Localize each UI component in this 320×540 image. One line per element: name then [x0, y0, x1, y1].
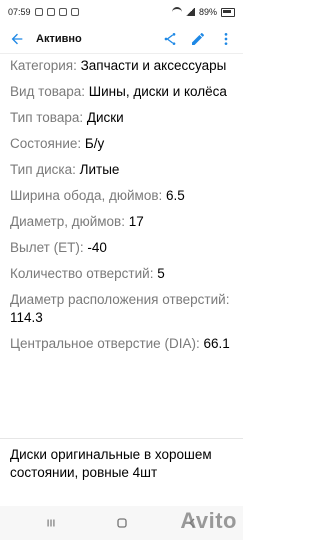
- recent-apps-icon[interactable]: [40, 512, 62, 534]
- detail-value: 5: [157, 266, 165, 281]
- recent-apps-icon-svg: [47, 519, 55, 527]
- signal-icon: [185, 8, 195, 16]
- detail-row: Количество отверстий: 5: [10, 265, 233, 283]
- detail-value: 6.5: [166, 188, 185, 203]
- detail-value: 66.1: [203, 336, 230, 351]
- detail-label: Диаметр расположения отверстий:: [10, 292, 230, 307]
- detail-row: Вид товара: Шины, диски и колёса: [10, 83, 233, 101]
- back-arrow-icon[interactable]: [8, 30, 26, 48]
- detail-value: -40: [87, 240, 107, 255]
- status-right: 89%: [171, 7, 235, 17]
- detail-row: Центральное отверстие (DIA): 66.1: [10, 335, 233, 353]
- back-arrow-icon-svg: [11, 33, 23, 44]
- wifi-icon: [171, 7, 182, 17]
- status-bar: 07:59 89%: [0, 0, 243, 24]
- detail-label: Диаметр, дюймов:: [10, 214, 129, 229]
- more-icon[interactable]: [217, 30, 235, 48]
- status-time: 07:59: [8, 7, 31, 17]
- detail-label: Вылет (ET):: [10, 240, 88, 255]
- edit-icon-svg: [192, 32, 204, 45]
- share-icon-svg: [164, 32, 176, 45]
- detail-row: Вылет (ET): -40: [10, 239, 233, 257]
- settings-icon: [70, 8, 79, 16]
- section-divider: [0, 438, 243, 439]
- detail-row: Диаметр, дюймов: 17: [10, 213, 233, 231]
- detail-value: Запчасти и аксессуары: [80, 58, 227, 73]
- description-text: Диски оригинальные в хорошем состоянии, …: [10, 447, 212, 480]
- detail-label: Тип диска:: [10, 162, 80, 177]
- share-icon[interactable]: [161, 30, 179, 48]
- image-icon: [46, 8, 55, 16]
- battery-percent: 89%: [198, 7, 217, 17]
- page-title: Активно: [36, 32, 82, 45]
- detail-value: Диски: [86, 110, 124, 125]
- more-icon-svg: [224, 32, 228, 45]
- home-icon[interactable]: [111, 512, 133, 534]
- detail-label: Состояние:: [10, 136, 85, 151]
- detail-value: Б/у: [84, 136, 105, 151]
- detail-label: Ширина обода, дюймов:: [10, 188, 167, 203]
- home-icon-svg: [116, 518, 127, 528]
- detail-row: Диаметр расположения отверстий: 114.3: [10, 291, 233, 327]
- detail-row: Категория: Запчасти и аксессуары: [10, 57, 233, 75]
- detail-row: Ширина обода, дюймов: 6.5: [10, 187, 233, 205]
- detail-value: 17: [128, 214, 144, 229]
- email-icon: [34, 8, 43, 16]
- status-left: 07:59: [8, 7, 79, 17]
- alarm-icon: [58, 8, 67, 16]
- detail-label: Центральное отверстие (DIA):: [10, 336, 204, 351]
- detail-row: Тип товара: Диски: [10, 109, 233, 127]
- detail-row: Состояние: Б/у: [10, 135, 233, 153]
- avito-watermark: Avito: [180, 508, 237, 533]
- detail-row: Тип диска: Литые: [10, 161, 233, 179]
- detail-value: 114.3: [10, 310, 43, 325]
- detail-value: Литые: [79, 162, 120, 177]
- detail-label: Количество отверстий:: [10, 266, 158, 281]
- detail-value: Шины, диски и колёса: [88, 84, 227, 99]
- details-list: Категория: Запчасти и аксессуары Вид тов…: [0, 55, 243, 480]
- detail-label: Вид товара:: [10, 84, 89, 99]
- app-bar: Активно: [0, 24, 243, 54]
- edit-icon[interactable]: [189, 30, 207, 48]
- detail-label: Категория:: [10, 58, 81, 73]
- detail-label: Тип товара:: [10, 110, 87, 125]
- battery-icon: [221, 7, 235, 17]
